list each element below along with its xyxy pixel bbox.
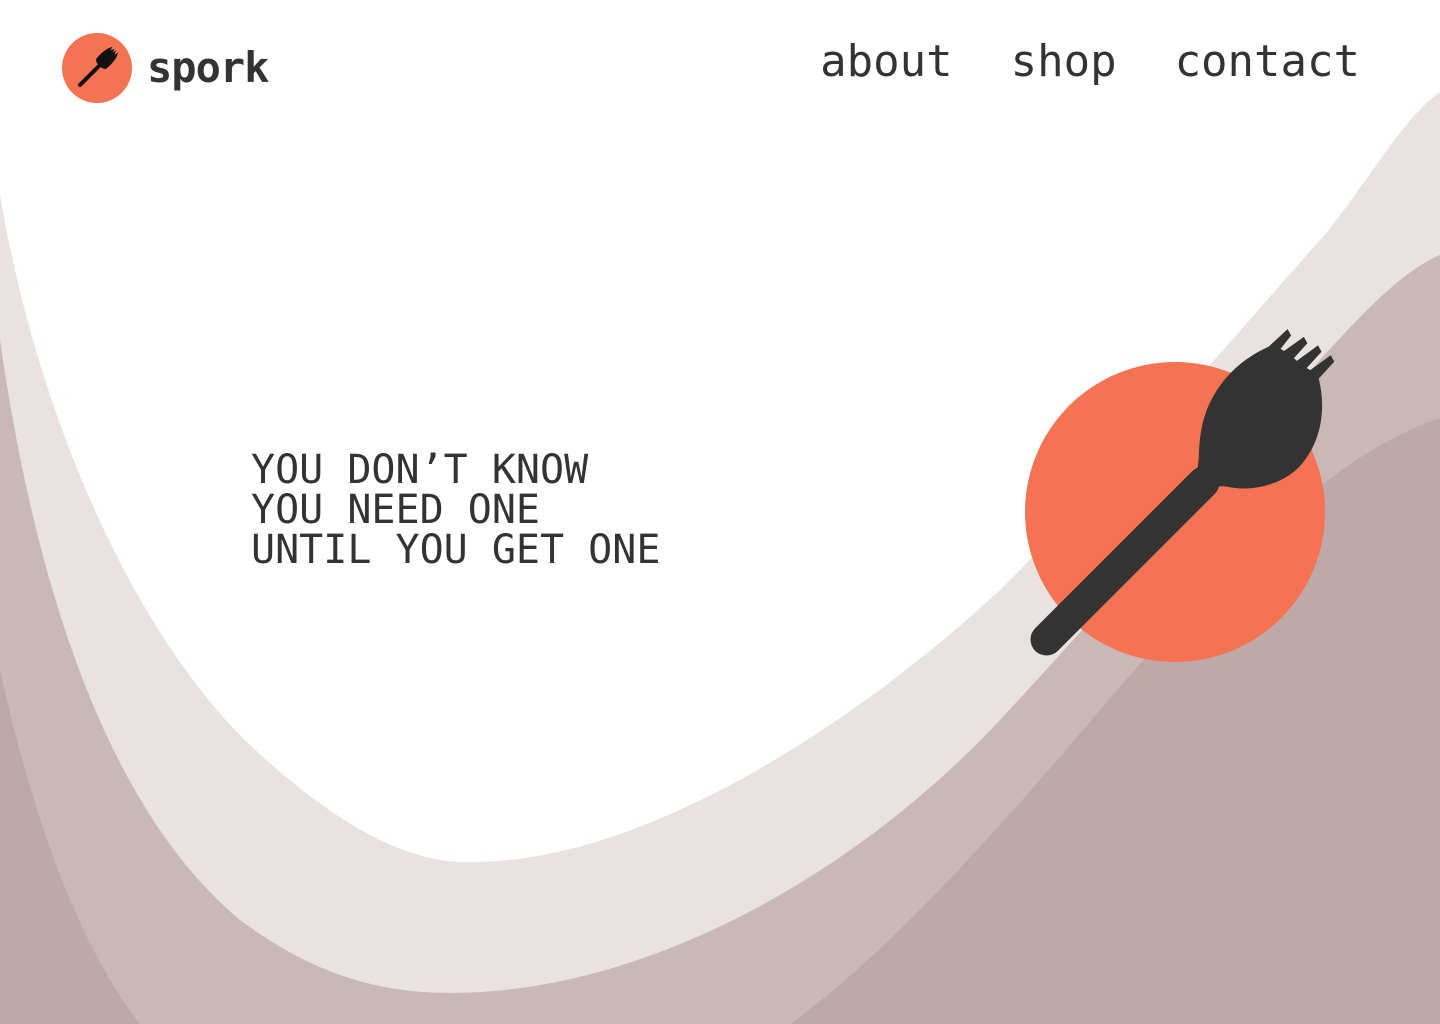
site-header: spork about shop contact: [0, 0, 1440, 140]
landing-page: spork about shop contact YOU DON’T KNOW …: [0, 0, 1440, 1024]
main-nav: about shop contact: [820, 40, 1360, 84]
background-waves: [0, 92, 1440, 1024]
tagline-line-3: UNTIL YOU GET ONE: [251, 527, 661, 573]
hero-tagline: YOU DON’T KNOW YOU NEED ONE UNTIL YOU GE…: [251, 450, 660, 570]
logo-link[interactable]: spork: [62, 33, 269, 103]
nav-about[interactable]: about: [820, 40, 952, 84]
nav-shop[interactable]: shop: [1011, 40, 1117, 84]
nav-contact[interactable]: contact: [1175, 40, 1360, 84]
tagline-line-2: YOU NEED ONE: [251, 487, 540, 533]
tagline-line-1: YOU DON’T KNOW: [251, 447, 589, 493]
brand-name: spork: [147, 43, 269, 92]
spork-icon: [62, 33, 132, 103]
